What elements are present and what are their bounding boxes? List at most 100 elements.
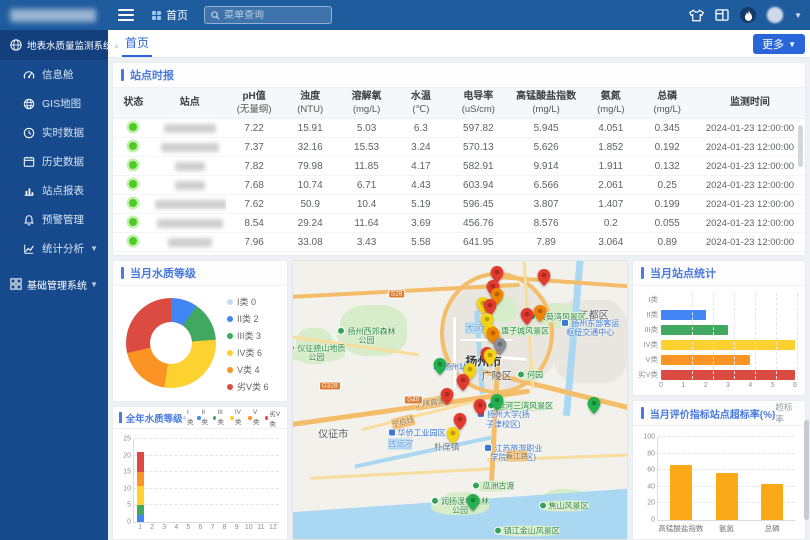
chevron-down-icon[interactable]: ▼ xyxy=(794,11,802,20)
map-pin-red[interactable] xyxy=(537,269,550,289)
map-pins-layer xyxy=(293,261,627,539)
legend-item[interactable]: III类 3 xyxy=(227,327,269,344)
legend-item[interactable]: II类 2 xyxy=(227,310,269,327)
more-button[interactable]: 更多 ▼ xyxy=(753,34,805,54)
table-row[interactable]: 7.8279.9811.854.17582.919.9141.9110.1322… xyxy=(113,157,805,176)
x-tick-label: 2 xyxy=(704,382,708,389)
stacked-bar[interactable] xyxy=(149,439,156,522)
y-tick-label: 80 xyxy=(647,450,655,457)
table-row[interactable]: 7.6250.910.45.19596.453.8071.4070.199202… xyxy=(113,195,805,214)
stacked-bar[interactable] xyxy=(233,439,240,522)
legend-item[interactable]: IV类 6 xyxy=(227,344,269,361)
chart-legend: I类II类III类IV类V类劣V类 xyxy=(183,408,284,428)
value-cell: 5.19 xyxy=(395,195,446,214)
hamburger-menu-icon[interactable] xyxy=(118,9,134,21)
page-scrollbar[interactable] xyxy=(804,420,809,520)
stacked-bar[interactable] xyxy=(269,439,276,522)
map-pin-red[interactable] xyxy=(457,374,470,394)
bar-氨氮[interactable] xyxy=(716,473,738,520)
table-row[interactable]: 8.5429.2411.643.69456.768.5760.20.055202… xyxy=(113,214,805,233)
stacked-bar[interactable] xyxy=(173,439,180,522)
gridline xyxy=(713,293,714,379)
stacked-bar[interactable] xyxy=(221,439,228,522)
sidebar-item-信息舱[interactable]: 信息舱 xyxy=(0,60,108,89)
menu-search[interactable] xyxy=(204,6,332,24)
hbar-bar-IV类[interactable] xyxy=(661,340,795,350)
sidebar-item-统计分析[interactable]: 统计分析▼ xyxy=(0,234,108,263)
legend-item[interactable]: I类 xyxy=(183,408,195,428)
value-cell: 8.54 xyxy=(226,214,283,233)
legend-item[interactable]: I类 0 xyxy=(227,293,269,310)
table-row[interactable]: 7.6810.746.714.43603.946.5662.0610.25202… xyxy=(113,176,805,195)
stacked-bar[interactable] xyxy=(197,439,204,522)
stacked-bar[interactable] xyxy=(257,439,264,522)
stacked-bar[interactable] xyxy=(245,439,252,522)
map-pin-red[interactable] xyxy=(520,308,533,328)
bar-总磷[interactable] xyxy=(761,484,783,520)
table-row[interactable]: 7.9633.083.435.58641.957.893.0640.892024… xyxy=(113,233,805,252)
monitor-time-cell: 2024-01-23 12:00:00 xyxy=(695,157,805,176)
legend-item[interactable]: V类 4 xyxy=(227,361,269,378)
line-chart-icon xyxy=(22,242,35,255)
table-scrollbar[interactable] xyxy=(798,125,803,167)
sidebar-item-实时数据[interactable]: 实时数据 xyxy=(0,118,108,147)
map-pin-red[interactable] xyxy=(474,399,487,419)
flame-badge-icon[interactable] xyxy=(740,7,756,23)
hbar-bar-II类[interactable] xyxy=(661,310,706,320)
theme-shirt-icon[interactable] xyxy=(689,9,704,22)
sidebar-item-预警管理[interactable]: 预警管理 xyxy=(0,205,108,234)
table-row[interactable]: 7.3732.1615.533.24570.135.6261.8520.1922… xyxy=(113,138,805,157)
station-name-cell xyxy=(154,176,226,195)
chart-legend-label[interactable]: 超标率 xyxy=(775,401,799,425)
gridline xyxy=(776,293,777,379)
user-avatar[interactable] xyxy=(767,7,783,23)
monitor-time-cell: 2024-01-23 12:00:00 xyxy=(695,138,805,157)
x-tick-label: 1 xyxy=(681,382,685,389)
exceed-rate-panel: 当月评价指标站点超标率(%) 超标率 020406080100高锰酸盐指数氨氮总… xyxy=(632,400,806,540)
legend-label: III类 3 xyxy=(237,329,261,342)
map-pin-orange[interactable] xyxy=(534,305,547,325)
map-pin-red[interactable] xyxy=(440,388,453,408)
map-pin-green[interactable] xyxy=(467,494,480,514)
stacked-bar[interactable] xyxy=(137,439,144,522)
sidebar-item-label: GIS地图 xyxy=(42,96,81,111)
legend-item[interactable]: IV类 xyxy=(230,408,245,428)
legend-item[interactable]: III类 xyxy=(213,408,227,428)
map-pin-green[interactable] xyxy=(587,397,600,417)
hbar-bar-III类[interactable] xyxy=(661,325,728,335)
map-pin-green[interactable] xyxy=(490,394,503,414)
layout-icon[interactable] xyxy=(715,9,729,21)
stacked-bar[interactable] xyxy=(161,439,168,522)
map[interactable]: 扬州市江都区仪征市广陵区朴席镇扬州西郊森林公园仪征捺山地质公园茱萸湾风景区唐子城… xyxy=(292,260,628,540)
hbar-bar-V类[interactable] xyxy=(661,355,750,365)
sidebar-item-历史数据[interactable]: 历史数据 xyxy=(0,147,108,176)
station-name-cell xyxy=(154,157,226,176)
sidebar-item-GIS地图[interactable]: GIS地图 xyxy=(0,89,108,118)
sidebar-item-站点报表[interactable]: 站点报表 xyxy=(0,176,108,205)
gridline xyxy=(658,436,795,437)
search-input[interactable] xyxy=(224,10,325,21)
bar-高锰酸盐指数[interactable] xyxy=(670,465,692,520)
hbar-bar-劣V类[interactable] xyxy=(661,370,795,380)
stacked-bar[interactable] xyxy=(209,439,216,522)
sidebar-root-base-system[interactable]: 基础管理系统 ▼ xyxy=(0,269,108,299)
map-pin-yellow[interactable] xyxy=(484,349,497,369)
value-cell: 3.807 xyxy=(510,195,582,214)
sidebar-root-water-system[interactable]: 地表水质量监测系统 ▲ xyxy=(0,30,108,60)
column-header: 水温(℃) xyxy=(395,88,446,119)
legend-item[interactable]: II类 xyxy=(197,408,210,428)
table-row[interactable]: 7.2215.915.036.3597.825.9454.0510.345202… xyxy=(113,119,805,138)
legend-swatch xyxy=(227,299,233,305)
monthly-station-stats-panel: 当月站点统计 I类II类III类IV类V类劣V类0123456 xyxy=(632,260,806,396)
breadcrumb[interactable]: 首页 xyxy=(152,7,188,23)
legend-item[interactable]: 劣V类 xyxy=(265,408,284,428)
legend-item[interactable]: 劣V类 6 xyxy=(227,378,269,395)
column-header: 总磷(mg/L) xyxy=(640,88,695,119)
legend-item[interactable]: V类 xyxy=(248,408,262,428)
station-report-panel: 站点时报 状态站点pH值(无量纲)浊度(NTU)溶解氧(mg/L)水温(℃)电导… xyxy=(112,62,806,256)
stacked-bar[interactable] xyxy=(185,439,192,522)
map-pin-green[interactable] xyxy=(433,358,446,378)
tab-home[interactable]: 首页 xyxy=(122,30,152,57)
map-pin-yellow[interactable] xyxy=(447,427,460,447)
status-cell xyxy=(113,119,154,138)
